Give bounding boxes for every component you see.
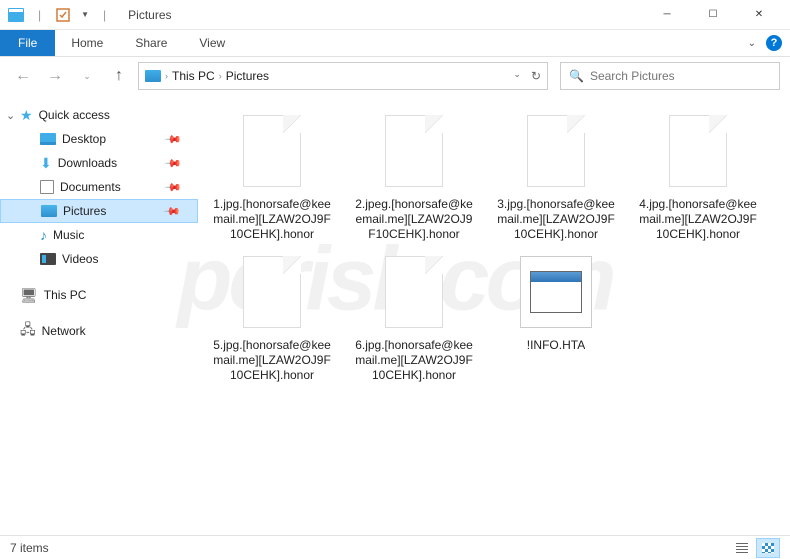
- item-count: 7 items: [10, 541, 49, 555]
- music-icon: ♪: [40, 227, 47, 243]
- desktop-icon: [40, 133, 56, 145]
- maximize-button[interactable]: ☐: [690, 0, 736, 30]
- sidebar-item-label: Pictures: [63, 204, 106, 218]
- ribbon: File Home Share View ⌄ ?: [0, 30, 790, 57]
- sidebar-item-label: Music: [53, 228, 84, 242]
- folder-icon: [145, 70, 161, 82]
- sidebar: ★ Quick access Desktop 📌 ⬇ Downloads 📌 D…: [0, 95, 198, 535]
- tab-view[interactable]: View: [183, 30, 241, 56]
- pictures-icon: [41, 205, 57, 217]
- blank-file-icon: [385, 256, 443, 328]
- sidebar-item-label: Documents: [60, 180, 121, 194]
- file-item[interactable]: 6.jpg.[honorsafe@keemail.me][LZAW2OJ9F10…: [352, 250, 476, 383]
- sidebar-this-pc[interactable]: 🖥 This PC: [0, 283, 198, 307]
- blank-file-icon: [243, 256, 301, 328]
- blank-file-icon: [669, 115, 727, 187]
- file-tab[interactable]: File: [0, 30, 55, 56]
- search-box[interactable]: 🔍: [560, 62, 780, 90]
- expand-ribbon-icon[interactable]: ⌄: [748, 38, 756, 49]
- star-icon: ★: [20, 107, 33, 124]
- file-name: 5.jpg.[honorsafe@keemail.me][LZAW2OJ9F10…: [210, 338, 334, 383]
- breadcrumb-item[interactable]: Pictures: [226, 69, 269, 83]
- navigation-row: ← → ⌄ ↑ › This PC › Pictures ⌄ ↻ 🔍: [0, 57, 790, 95]
- chevron-right-icon[interactable]: ›: [165, 71, 168, 81]
- file-name: 4.jpg.[honorsafe@keemail.me][LZAW2OJ9F10…: [636, 197, 760, 242]
- sidebar-item-label: Network: [42, 324, 86, 338]
- search-input[interactable]: [590, 69, 771, 83]
- window-title: Pictures: [128, 8, 171, 22]
- pin-icon: 📌: [164, 130, 183, 149]
- pin-icon: 📌: [163, 202, 182, 221]
- breadcrumb-item[interactable]: This PC: [172, 69, 215, 83]
- details-view-button[interactable]: [730, 538, 754, 558]
- network-icon: 🖧: [20, 319, 36, 343]
- search-icon: 🔍: [569, 69, 584, 83]
- status-bar: 7 items: [0, 535, 790, 559]
- forward-button: →: [42, 63, 68, 89]
- sidebar-item-label: Videos: [62, 252, 98, 266]
- sidebar-item-pictures[interactable]: Pictures 📌: [0, 199, 198, 223]
- pin-icon: 📌: [164, 178, 183, 197]
- sidebar-item-documents[interactable]: Documents 📌: [0, 175, 198, 199]
- sidebar-quick-access[interactable]: ★ Quick access: [0, 103, 198, 127]
- qat-dropdown-icon[interactable]: ▼: [81, 10, 89, 19]
- file-item[interactable]: !INFO.HTA: [494, 250, 618, 383]
- minimize-button[interactable]: ─: [644, 0, 690, 30]
- hta-icon: [520, 256, 592, 328]
- icons-view-button[interactable]: [756, 538, 780, 558]
- pin-icon: 📌: [164, 154, 183, 173]
- file-item[interactable]: 5.jpg.[honorsafe@keemail.me][LZAW2OJ9F10…: [210, 250, 334, 383]
- sidebar-item-music[interactable]: ♪ Music: [0, 223, 198, 247]
- file-item[interactable]: 3.jpg.[honorsafe@keemail.me][LZAW2OJ9F10…: [494, 109, 618, 242]
- titlebar: | ▼ | Pictures ─ ☐ ✕: [0, 0, 790, 30]
- address-bar[interactable]: › This PC › Pictures ⌄ ↻: [138, 62, 548, 90]
- file-list[interactable]: 1.jpg.[honorsafe@keemail.me][LZAW2OJ9F10…: [198, 95, 790, 535]
- chevron-right-icon[interactable]: ›: [219, 71, 222, 81]
- address-dropdown-icon[interactable]: ⌄: [513, 69, 521, 83]
- file-name: 3.jpg.[honorsafe@keemail.me][LZAW2OJ9F10…: [494, 197, 618, 242]
- download-icon: ⬇: [40, 155, 52, 172]
- file-item[interactable]: 2.jpeg.[honorsafe@keemail.me][LZAW2OJ9F1…: [352, 109, 476, 242]
- sidebar-item-label: This PC: [44, 288, 87, 302]
- file-item[interactable]: 4.jpg.[honorsafe@keemail.me][LZAW2OJ9F10…: [636, 109, 760, 242]
- sidebar-item-label: Desktop: [62, 132, 106, 146]
- tab-home[interactable]: Home: [55, 30, 119, 56]
- blank-file-icon: [527, 115, 585, 187]
- file-name: 1.jpg.[honorsafe@keemail.me][LZAW2OJ9F10…: [210, 197, 334, 242]
- blank-file-icon: [385, 115, 443, 187]
- file-name: 6.jpg.[honorsafe@keemail.me][LZAW2OJ9F10…: [352, 338, 476, 383]
- pc-icon: 🖥: [20, 287, 38, 304]
- sidebar-item-videos[interactable]: Videos: [0, 247, 198, 271]
- sidebar-item-label: Quick access: [39, 108, 110, 122]
- tab-share[interactable]: Share: [119, 30, 183, 56]
- refresh-icon[interactable]: ↻: [531, 69, 541, 83]
- recent-dropdown-icon[interactable]: ⌄: [74, 63, 100, 89]
- up-button[interactable]: ↑: [106, 63, 132, 89]
- document-icon: [40, 180, 54, 194]
- file-name: 2.jpeg.[honorsafe@keemail.me][LZAW2OJ9F1…: [352, 197, 476, 242]
- sidebar-item-downloads[interactable]: ⬇ Downloads 📌: [0, 151, 198, 175]
- video-icon: [40, 253, 56, 265]
- sidebar-network[interactable]: 🖧 Network: [0, 319, 198, 343]
- help-icon[interactable]: ?: [766, 35, 782, 51]
- file-item[interactable]: 1.jpg.[honorsafe@keemail.me][LZAW2OJ9F10…: [210, 109, 334, 242]
- file-name: !INFO.HTA: [527, 338, 585, 353]
- back-button[interactable]: ←: [10, 63, 36, 89]
- sidebar-item-label: Downloads: [58, 156, 117, 170]
- app-icon: [8, 8, 24, 22]
- properties-icon[interactable]: [55, 8, 71, 22]
- close-button[interactable]: ✕: [736, 0, 782, 30]
- sidebar-item-desktop[interactable]: Desktop 📌: [0, 127, 198, 151]
- blank-file-icon: [243, 115, 301, 187]
